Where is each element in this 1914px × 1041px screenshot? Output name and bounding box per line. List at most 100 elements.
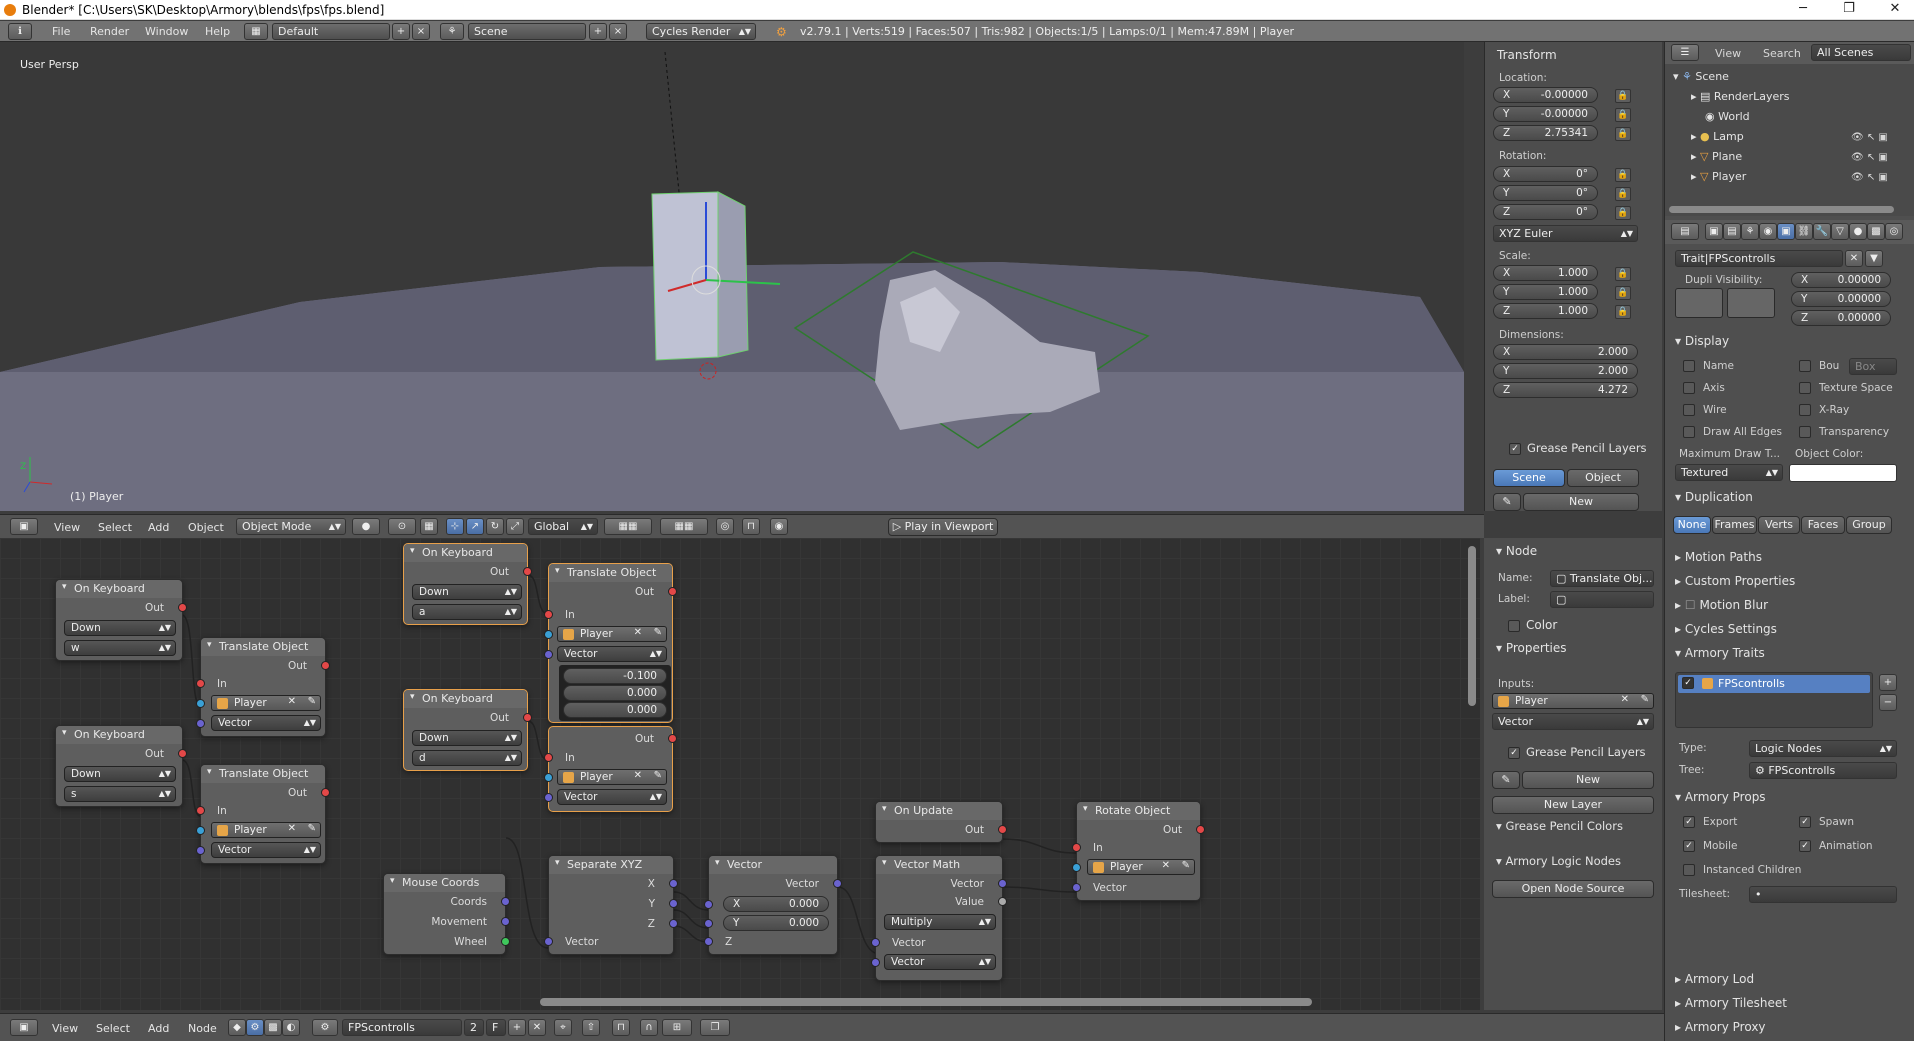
vp-menu-add[interactable]: Add bbox=[148, 521, 169, 534]
spawn-checkbox[interactable]: ✓ bbox=[1799, 816, 1811, 828]
parent-icon[interactable]: ⇧ bbox=[582, 1019, 600, 1036]
scene-layers-icon[interactable]: ▦▦ bbox=[660, 518, 708, 535]
out-socket[interactable] bbox=[178, 603, 187, 612]
add-icon[interactable]: + bbox=[508, 1019, 526, 1036]
lock-icon[interactable]: 🔒 bbox=[1615, 206, 1631, 220]
xray-checkbox[interactable] bbox=[1799, 404, 1811, 416]
horizontal-scrollbar[interactable] bbox=[540, 998, 1312, 1006]
armory-logic-nodes-section[interactable]: ▾ Armory Logic Nodes bbox=[1496, 854, 1621, 868]
out-socket[interactable] bbox=[998, 825, 1007, 834]
node-tree-icon[interactable]: ⚙ bbox=[312, 1019, 338, 1036]
rotation-x-field[interactable]: X 0° bbox=[1493, 166, 1598, 182]
key-select[interactable]: d ▲▼ bbox=[412, 750, 522, 766]
gp-object-button[interactable]: Object bbox=[1567, 469, 1639, 487]
rotation-y-field[interactable]: Y 0° bbox=[1493, 185, 1598, 201]
snap-icon[interactable]: ⊓ bbox=[742, 518, 760, 535]
scene-select[interactable]: Scene bbox=[468, 23, 586, 40]
dup-verts-tab[interactable]: Verts bbox=[1758, 516, 1800, 534]
menu-help[interactable]: Help bbox=[205, 25, 230, 38]
object-field[interactable]: Player ✕ ✎ bbox=[211, 822, 321, 838]
x-socket[interactable] bbox=[704, 900, 713, 909]
node-editor[interactable]: On Keyboard Out Down▲▼ w▲▼ On Keyboard O… bbox=[0, 538, 1480, 1010]
movement-socket[interactable] bbox=[501, 917, 510, 926]
key-state-select[interactable]: Down ▲▼ bbox=[412, 584, 522, 600]
orientation-select[interactable]: Global ▲▼ bbox=[528, 518, 598, 535]
instanced-children-checkbox[interactable] bbox=[1683, 864, 1695, 876]
bounds-checkbox[interactable] bbox=[1799, 360, 1811, 372]
translate-object-node[interactable]: Translate Object Out In Player✕✎ Vector▲… bbox=[196, 637, 330, 737]
gpc-section[interactable]: ▾ Grease Pencil Colors bbox=[1496, 819, 1623, 833]
separate-xyz-node[interactable]: Separate XYZ X Y Z Vector bbox=[544, 855, 678, 955]
out-socket[interactable] bbox=[1196, 825, 1205, 834]
transform-title[interactable]: Transform bbox=[1497, 48, 1557, 62]
armory-tilesheet-section[interactable]: ▸ Armory Tilesheet bbox=[1675, 996, 1787, 1010]
tilesheet-field[interactable]: • bbox=[1749, 886, 1897, 903]
draw-all-edges-checkbox[interactable] bbox=[1683, 426, 1695, 438]
animation-checkbox[interactable]: ✓ bbox=[1799, 840, 1811, 852]
out-socket[interactable] bbox=[668, 734, 677, 743]
dim-z-field[interactable]: Z 4.272 bbox=[1493, 382, 1638, 398]
transparency-checkbox[interactable] bbox=[1799, 426, 1811, 438]
on-keyboard-node[interactable]: On Keyboard Out Down▲▼ s▲▼ bbox=[55, 725, 187, 807]
on-keyboard-node[interactable]: On Keyboard Out Down▲▼ a▲▼ bbox=[403, 543, 532, 625]
lock-icon[interactable]: 🔒 bbox=[1615, 187, 1631, 201]
snap-mode-icon[interactable]: ⊞ bbox=[662, 1019, 692, 1036]
manipulator-icon[interactable]: ⊹ bbox=[446, 518, 464, 535]
dupli-layers-grid[interactable] bbox=[1675, 288, 1723, 318]
object-field[interactable]: Player ✕ ✎ bbox=[557, 626, 667, 642]
gp-scene-button[interactable]: Scene bbox=[1493, 469, 1565, 487]
coords-socket[interactable] bbox=[501, 897, 510, 906]
wire-checkbox[interactable] bbox=[1683, 404, 1695, 416]
outliner-tree[interactable]: ▾ ⚘ Scene ▸ ▤ RenderLayers ◉ World ▸ ● L… bbox=[1665, 64, 1914, 216]
in-socket[interactable] bbox=[544, 610, 553, 619]
dim-x-field[interactable]: X 2.000 bbox=[1493, 344, 1638, 360]
lock-icon[interactable]: 🔒 bbox=[1615, 168, 1631, 182]
in-socket[interactable] bbox=[1072, 843, 1081, 852]
rotate-icon[interactable]: ↻ bbox=[486, 518, 504, 535]
vector-in-socket[interactable] bbox=[1072, 883, 1081, 892]
render-tab-icon[interactable]: ▣ bbox=[1705, 223, 1723, 240]
y-socket[interactable] bbox=[704, 919, 713, 928]
vector-z-value[interactable]: 0.000 bbox=[627, 704, 657, 716]
render-icon[interactable]: ◉ bbox=[770, 518, 788, 535]
vertical-scrollbar[interactable] bbox=[1468, 546, 1476, 706]
armory-props-section[interactable]: ▾ Armory Props bbox=[1675, 790, 1766, 804]
vector-select[interactable]: Vector ▲▼ bbox=[884, 954, 996, 970]
new-layer-button[interactable]: New Layer bbox=[1492, 796, 1654, 814]
layout-add-icon[interactable]: + bbox=[392, 23, 410, 40]
node-tree-select[interactable]: FPScontrolls bbox=[342, 1019, 462, 1036]
key-state-select[interactable]: Down ▲▼ bbox=[64, 620, 176, 636]
out-socket[interactable] bbox=[523, 567, 532, 576]
vector-math-node[interactable]: Vector Math Vector Value Multiply▲▼ Vect… bbox=[871, 855, 1007, 981]
gpl-checkbox[interactable]: ✓ bbox=[1509, 443, 1521, 455]
object-field[interactable]: Player ✕ ✎ bbox=[211, 695, 321, 711]
on-keyboard-node[interactable]: On Keyboard Out Down▲▼ d▲▼ bbox=[403, 689, 532, 771]
editor-type-icon[interactable]: ▣ bbox=[10, 1019, 38, 1036]
node-name-field[interactable]: ▢ Translate Obj... bbox=[1550, 570, 1654, 587]
layers-icon[interactable]: ▦ bbox=[420, 518, 438, 535]
translate-icon[interactable]: ↗ bbox=[466, 518, 484, 535]
logic-nodes-icon[interactable]: ⚙ bbox=[246, 1019, 264, 1036]
outliner-editor-icon[interactable]: ☰ bbox=[1671, 44, 1699, 61]
ne-menu-select[interactable]: Select bbox=[96, 1022, 130, 1035]
shader-nodes-icon[interactable]: ◆ bbox=[228, 1019, 246, 1036]
dup-group-tab[interactable]: Group bbox=[1846, 516, 1892, 534]
y-socket[interactable] bbox=[669, 899, 678, 908]
motion-blur-section[interactable]: ▸ ☐ Motion Blur bbox=[1675, 598, 1768, 612]
out-socket[interactable] bbox=[668, 587, 677, 596]
input-object-field[interactable]: Player ✕ ✎ bbox=[1492, 693, 1654, 709]
vector-out-socket[interactable] bbox=[998, 879, 1007, 888]
gpl-checkbox[interactable]: ✓ bbox=[1508, 747, 1520, 759]
visibility-icon[interactable]: 👁 ↖ ▣ bbox=[1851, 172, 1888, 183]
texture-nodes-icon[interactable]: ▩ bbox=[264, 1019, 282, 1036]
snap-icon[interactable]: ⊓ bbox=[612, 1019, 630, 1036]
data-tab-icon[interactable]: ▽ bbox=[1831, 223, 1849, 240]
minimize-button[interactable]: ─ bbox=[1788, 1, 1818, 16]
dupli-x-field[interactable]: X 0.00000 bbox=[1791, 272, 1891, 288]
new-button[interactable]: New bbox=[1522, 771, 1654, 789]
key-select[interactable]: w ▲▼ bbox=[64, 640, 176, 656]
fake-user-button[interactable]: F bbox=[486, 1019, 506, 1036]
color-section[interactable]: Color bbox=[1526, 618, 1557, 632]
vector-y-value[interactable]: 0.000 bbox=[627, 687, 657, 699]
vector-select[interactable]: Vector ▲▼ bbox=[557, 789, 667, 805]
